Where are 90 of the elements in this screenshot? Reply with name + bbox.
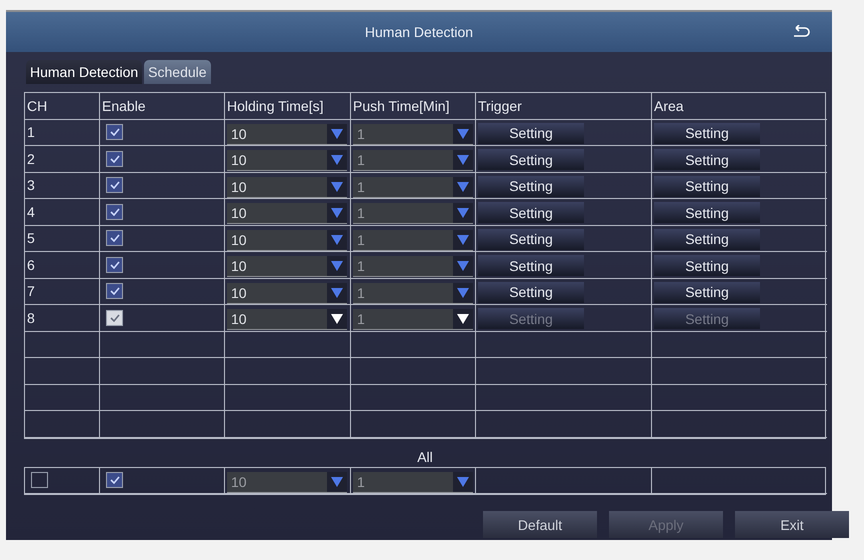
holding-time-dropdown[interactable]: 10 [227,176,347,198]
dropdown-arrow-icon [457,288,469,298]
column-header: Trigger [478,98,522,114]
all-label: All [417,448,433,464]
dropdown-arrow-icon [457,476,469,487]
area-setting-button[interactable]: Setting [654,122,760,144]
column-header: Area [654,98,684,114]
tab[interactable]: Human Detection [26,60,142,84]
holding-time-dropdown[interactable]: 10 [227,230,347,251]
push-time-dropdown[interactable]: 1 [353,472,473,493]
push-time-dropdown[interactable]: 1 [353,203,473,224]
column-header: Push Time[Min] [353,98,450,114]
push-time-dropdown[interactable]: 1 [353,176,473,198]
channel-number: 3 [27,177,35,194]
trigger-setting-button[interactable]: Setting [478,176,584,197]
push-time-dropdown[interactable]: 1 [353,309,473,330]
holding-time-dropdown[interactable]: 10 [227,282,347,304]
push-time-dropdown[interactable]: 1 [353,256,473,278]
dropdown-arrow-icon [331,288,343,298]
action-button[interactable]: Exit [735,511,849,538]
holding-time-dropdown[interactable]: 10 [227,203,347,224]
dropdown-arrow-icon [457,155,469,166]
checkmark-icon [110,260,120,269]
dropdown-arrow-icon [331,314,343,324]
dropdown-arrow-icon [331,182,343,192]
trigger-setting-button[interactable]: Setting [478,255,584,276]
action-button[interactable]: Default [483,511,597,538]
checkmark-icon [110,128,120,136]
dropdown-arrow-icon [457,208,469,218]
push-time-dropdown[interactable]: 1 [353,230,473,251]
checkbox[interactable] [106,230,123,246]
column-header: Enable [102,98,146,114]
channel-number: 1 [27,124,35,140]
checkbox[interactable] [106,256,123,273]
dropdown-arrow-icon [457,261,469,272]
dropdown-arrow-icon [331,234,343,245]
checkbox[interactable] [106,310,123,326]
checkbox[interactable] [106,472,123,488]
trigger-setting-button[interactable]: Setting [478,202,584,224]
area-setting-button[interactable]: Setting [654,176,760,197]
dropdown-arrow-icon [457,128,469,139]
channel-number: 6 [27,256,35,273]
trigger-setting-button[interactable]: Setting [478,228,584,250]
checkmark-icon [110,181,120,190]
trigger-setting-button[interactable]: Setting [478,282,584,303]
checkbox[interactable] [31,472,48,488]
holding-time-dropdown[interactable]: 10 [227,124,347,145]
area-setting-button[interactable]: Setting [654,255,760,276]
area-setting-button[interactable]: Setting [654,282,760,303]
column-header: Holding Time[s] [227,98,324,114]
checkmark-icon [110,154,120,163]
checkbox[interactable] [106,150,123,167]
trigger-setting-button[interactable]: Setting [478,122,584,144]
dropdown-arrow-icon [331,155,343,166]
push-time-dropdown[interactable]: 1 [353,124,473,145]
checkbox[interactable] [106,204,123,220]
checkmark-icon [110,234,120,242]
push-time-dropdown[interactable]: 1 [353,150,473,172]
channel-number: 2 [27,150,35,167]
dropdown-arrow-icon [457,234,469,245]
checkbox[interactable] [106,124,123,140]
trigger-setting-button[interactable]: Setting [478,149,584,170]
checkmark-icon [110,476,120,484]
checkmark-icon [110,287,120,296]
area-setting-button[interactable]: Setting [654,202,760,224]
checkbox[interactable] [106,283,123,300]
dropdown-arrow-icon [457,314,469,324]
holding-time-dropdown[interactable]: 10 [227,256,347,278]
push-time-dropdown[interactable]: 1 [353,282,473,304]
dropdown-arrow-icon [331,128,343,139]
channel-number: 7 [27,283,35,300]
window-title: Human Detection [364,24,474,40]
channel-number: 4 [27,204,35,220]
checkmark-icon [110,208,120,216]
holding-time-dropdown[interactable]: 10 [227,150,347,172]
holding-time-dropdown[interactable]: 10 [227,472,347,493]
dropdown-arrow-icon [331,208,343,218]
area-setting-button[interactable]: Setting [654,149,760,170]
area-setting-button[interactable]: Setting [654,228,760,250]
holding-time-dropdown[interactable]: 10 [227,309,347,330]
channel-number: 5 [27,230,35,246]
dropdown-arrow-icon [331,261,343,272]
back-icon[interactable] [792,25,810,39]
dropdown-arrow-icon [331,476,343,487]
dropdown-arrow-icon [457,182,469,192]
checkmark-icon [110,314,120,322]
channel-number: 8 [27,310,35,326]
column-header: CH [27,98,48,114]
checkbox[interactable] [106,177,123,194]
tab[interactable]: Schedule [144,60,211,84]
